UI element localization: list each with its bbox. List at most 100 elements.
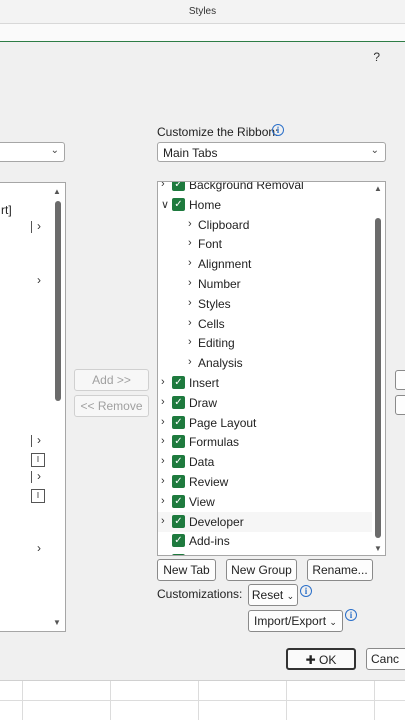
window-title: Styles bbox=[188, 6, 217, 17]
scroll-thumb[interactable] bbox=[375, 218, 381, 538]
tree-item[interactable]: › ✓ Insert bbox=[158, 373, 372, 393]
tree-scrollbar[interactable]: ▲ ▼ bbox=[373, 184, 383, 553]
tree-item[interactable]: › Editing bbox=[158, 333, 372, 353]
ribbon-strip bbox=[0, 24, 405, 42]
scroll-down-icon[interactable]: ▼ bbox=[53, 618, 61, 627]
tree-item[interactable]: › ✓ Background Removal bbox=[158, 181, 372, 195]
new-group-button[interactable]: New Group bbox=[226, 559, 297, 581]
tree-item[interactable]: ✓ Add-ins bbox=[158, 531, 372, 551]
chevron-right-icon[interactable]: › bbox=[161, 182, 165, 190]
separator-icon bbox=[31, 435, 32, 447]
chevron-right-icon[interactable]: › bbox=[188, 257, 192, 269]
import-export-button[interactable]: Import/Export ⌄ bbox=[248, 610, 343, 632]
main-tabs-combo[interactable]: Main Tabs ⌄ bbox=[157, 142, 386, 162]
tree-item[interactable]: › Number bbox=[158, 274, 372, 294]
ribbon-tabs-tree[interactable]: › ✓ Background Removal ∨ ✓ Home › Clipboard › Fon… bbox=[157, 181, 386, 556]
checkbox-checked-icon[interactable]: ✓ bbox=[172, 415, 185, 429]
chevron-right-icon[interactable]: › bbox=[188, 237, 192, 249]
chevron-right-icon[interactable]: › bbox=[161, 376, 165, 388]
tree-item[interactable]: › ✓ Formulas bbox=[158, 432, 372, 452]
rename-button[interactable]: Rename... bbox=[307, 559, 373, 581]
chevron-down-icon: ⌄ bbox=[286, 591, 295, 601]
chevron-right-icon[interactable]: › bbox=[188, 297, 192, 309]
scroll-thumb[interactable] bbox=[55, 201, 61, 401]
tree-item-label: Home bbox=[189, 197, 222, 212]
chevron-right-icon[interactable]: › bbox=[188, 356, 192, 368]
left-list-scrollbar[interactable]: ▲ ▼ bbox=[53, 187, 63, 627]
scroll-up-icon[interactable]: ▲ bbox=[53, 187, 61, 196]
chevron-right-icon: › bbox=[37, 469, 41, 483]
move-down-button[interactable] bbox=[395, 395, 405, 415]
chevron-down-icon[interactable]: ∨ bbox=[161, 198, 169, 211]
checkbox-checked-icon[interactable]: ✓ bbox=[172, 475, 185, 488]
customizations-label: Customizations: bbox=[157, 587, 243, 601]
tree-item-label: Editing bbox=[198, 336, 235, 351]
excel-title-bar: Styles bbox=[0, 0, 405, 24]
list-item[interactable]: rt] bbox=[1, 203, 12, 217]
cancel-button[interactable]: Canc bbox=[366, 648, 405, 670]
move-up-button[interactable] bbox=[395, 370, 405, 390]
chevron-right-icon[interactable]: › bbox=[161, 416, 165, 428]
info-icon[interactable]: i bbox=[300, 585, 312, 597]
excel-options-dialog: ? ⌄ rt] › › › I › I › ▲ ▼ Add >> << Remo… bbox=[0, 42, 405, 680]
reset-button[interactable]: Reset ⌄ bbox=[248, 584, 298, 606]
tree-item[interactable]: › ✓ Help bbox=[158, 551, 372, 555]
checkbox-checked-icon[interactable]: ✓ bbox=[172, 376, 185, 389]
scroll-up-icon[interactable]: ▲ bbox=[374, 184, 382, 193]
tree-item-label: Background Removal bbox=[189, 181, 304, 192]
new-tab-button[interactable]: New Tab bbox=[157, 559, 216, 581]
remove-button[interactable]: << Remove bbox=[74, 395, 149, 417]
scroll-down-icon[interactable]: ▼ bbox=[374, 544, 382, 553]
tree-item-label: Number bbox=[198, 277, 241, 291]
chevron-right-icon: › bbox=[37, 219, 41, 233]
chevron-right-icon[interactable]: › bbox=[161, 515, 165, 527]
checkbox-checked-icon[interactable]: ✓ bbox=[172, 435, 185, 449]
tree-item[interactable]: › Styles bbox=[158, 294, 372, 314]
tree-item-label: Analysis bbox=[198, 356, 243, 371]
import-export-label: Import/Export bbox=[254, 614, 327, 628]
tree-item-label: Developer bbox=[189, 514, 244, 529]
chevron-right-icon[interactable]: › bbox=[161, 554, 165, 555]
gallery-icon: I bbox=[31, 489, 45, 503]
chevron-right-icon[interactable]: › bbox=[188, 218, 192, 230]
tree-item[interactable]: › Cells bbox=[158, 314, 372, 334]
tree-item[interactable]: › Font bbox=[158, 234, 372, 254]
tree-item[interactable]: › ✓ Data bbox=[158, 452, 372, 472]
help-button[interactable]: ? bbox=[373, 50, 380, 64]
tree-item-label: Clipboard bbox=[198, 217, 250, 232]
tree-item[interactable]: › Clipboard bbox=[158, 215, 372, 235]
checkbox-checked-icon[interactable]: ✓ bbox=[172, 554, 185, 555]
chevron-right-icon[interactable]: › bbox=[161, 435, 165, 447]
tree-item[interactable]: ∨ ✓ Home bbox=[158, 195, 372, 215]
tree-item[interactable]: › ✓ View bbox=[158, 492, 372, 512]
add-button[interactable]: Add >> bbox=[74, 369, 149, 391]
chevron-right-icon[interactable]: › bbox=[188, 336, 192, 348]
ok-button[interactable]: ✚ OK bbox=[286, 648, 356, 670]
checkbox-checked-icon[interactable]: ✓ bbox=[172, 534, 185, 548]
checkbox-checked-icon[interactable]: ✓ bbox=[172, 514, 185, 528]
chevron-right-icon[interactable]: › bbox=[188, 277, 192, 289]
customize-ribbon-label: Customize the Ribbon: bbox=[157, 125, 279, 139]
checkbox-checked-icon[interactable]: ✓ bbox=[172, 395, 185, 409]
chevron-right-icon[interactable]: › bbox=[188, 317, 192, 329]
choose-commands-combo[interactable]: ⌄ bbox=[0, 142, 65, 162]
tree-item[interactable]: › ✓ Page Layout bbox=[158, 413, 372, 433]
worksheet-grid[interactable] bbox=[0, 680, 405, 720]
chevron-right-icon[interactable]: › bbox=[161, 475, 165, 487]
tree-item[interactable]: › ✓ Developer bbox=[158, 511, 372, 532]
tree-item[interactable]: › Analysis bbox=[158, 353, 372, 373]
chevron-right-icon[interactable]: › bbox=[161, 495, 165, 507]
tree-item[interactable]: › ✓ Draw bbox=[158, 393, 372, 413]
chevron-right-icon[interactable]: › bbox=[161, 455, 165, 467]
tree-item-label: Font bbox=[198, 237, 223, 252]
info-icon[interactable]: i bbox=[272, 124, 284, 136]
chevron-right-icon[interactable]: › bbox=[161, 396, 165, 408]
tree-item[interactable]: › Alignment bbox=[158, 254, 372, 274]
checkbox-checked-icon[interactable]: ✓ bbox=[172, 455, 185, 469]
checkbox-checked-icon[interactable]: ✓ bbox=[172, 182, 185, 191]
commands-list[interactable]: rt] › › › I › I › ▲ ▼ bbox=[0, 182, 66, 632]
tree-item[interactable]: › ✓ Review bbox=[158, 472, 372, 492]
checkbox-checked-icon[interactable]: ✓ bbox=[172, 494, 185, 508]
info-icon[interactable]: i bbox=[345, 609, 357, 621]
checkbox-checked-icon[interactable]: ✓ bbox=[172, 197, 185, 211]
